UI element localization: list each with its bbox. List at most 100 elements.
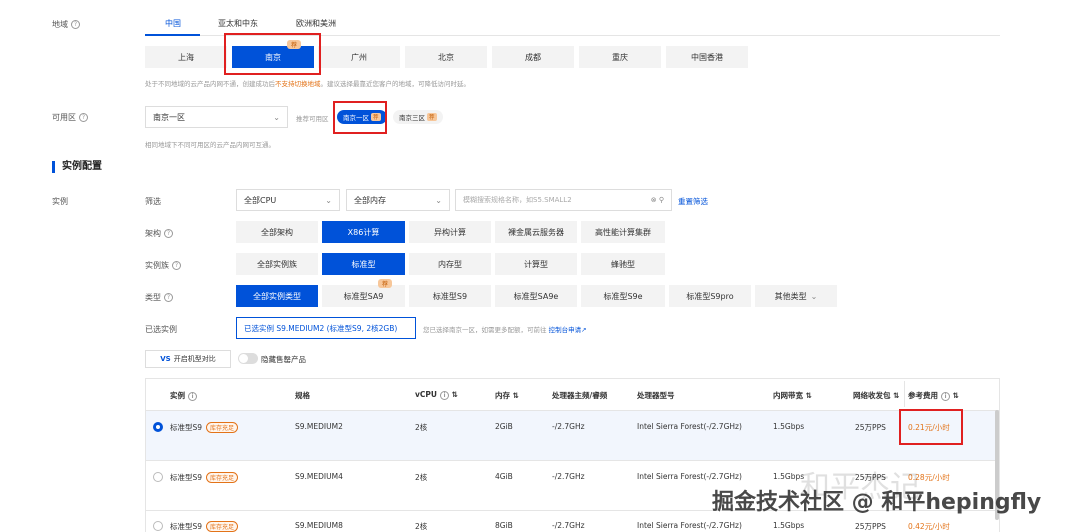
cell-frequency: -/2.7GHz	[552, 422, 585, 431]
type-sa9e[interactable]: 标准型SA9e	[495, 285, 577, 307]
zone-hint: 相同地域下不同可用区的云产品内网可互通。	[145, 141, 275, 149]
cell-bandwidth: 1.5Gbps	[773, 521, 805, 530]
cell-spec: S9.MEDIUM4	[295, 472, 343, 481]
type-s9[interactable]: 标准型S9	[409, 285, 491, 307]
cell-memory: 4GiB	[495, 472, 513, 481]
watermark-text: 掘金技术社区 @ 和平hepingfly	[712, 490, 1042, 515]
arch-heterogeneous[interactable]: 异构计算	[409, 221, 491, 243]
hide-soldout-label: 隐藏售罄产品	[261, 355, 306, 364]
type-s9pro[interactable]: 标准型S9pro	[669, 285, 751, 307]
zone-recommend-label: 推荐可用区	[296, 115, 329, 123]
stock-tag: 库存充足	[206, 472, 239, 483]
city-chongqing[interactable]: 重庆	[579, 46, 661, 68]
highlight-box-zone	[333, 101, 387, 134]
type-recommend-badge: 荐	[378, 279, 393, 288]
stock-tag: 库存充足	[206, 521, 239, 532]
th-memory: 内存 ⇅	[495, 391, 519, 400]
cell-spec: S9.MEDIUM2	[295, 422, 343, 431]
highlight-box-price	[899, 409, 963, 445]
tab-apac[interactable]: 亚太和中东	[218, 18, 258, 29]
family-standard[interactable]: 标准型	[322, 253, 405, 275]
arch-bare-metal[interactable]: 裸金属云服务器	[495, 221, 577, 243]
help-icon[interactable]: ?	[79, 113, 88, 122]
selected-instance-box: 已选实例 S9.MEDIUM2 (标准型S9, 2核2GB)	[236, 317, 416, 339]
cell-price: 0.42元/小时	[908, 522, 950, 531]
cell-bandwidth: 1.5Gbps	[773, 422, 805, 431]
th-vcpu: vCPU i ⇅	[415, 390, 458, 400]
family-memory[interactable]: 内存型	[409, 253, 491, 275]
chevron-down-icon: ⌄	[435, 195, 442, 205]
tab-europe-america[interactable]: 欧洲和美洲	[296, 18, 336, 29]
compare-button[interactable]: VS 开启机型对比	[145, 350, 231, 368]
help-icon[interactable]: ?	[71, 20, 80, 29]
th-instance: 实例 i	[170, 390, 197, 401]
cell-pps: 25万PPS	[855, 423, 886, 432]
help-icon[interactable]: ?	[164, 293, 173, 302]
cpu-select[interactable]: 全部CPU ⌄	[236, 189, 340, 211]
selected-instance-label: 已选实例	[145, 325, 177, 334]
cell-memory: 8GiB	[495, 521, 513, 530]
type-s9e[interactable]: 标准型S9e	[581, 285, 665, 307]
cell-vcpu: 2核	[415, 473, 428, 482]
family-fengchi[interactable]: 蜂驰型	[581, 253, 665, 275]
cell-instance: 标准型S9 库存充足	[170, 472, 239, 483]
help-icon[interactable]: ?	[172, 261, 181, 270]
family-compute[interactable]: 计算型	[495, 253, 577, 275]
th-price: 参考费用 i ⇅	[908, 391, 959, 401]
th-pps: 网络收发包 ⇅	[853, 391, 900, 400]
arch-hpc[interactable]: 高性能计算集群	[581, 221, 665, 243]
cell-frequency: -/2.7GHz	[552, 521, 585, 530]
help-icon[interactable]: i	[188, 391, 197, 401]
family-label: 实例族?	[145, 260, 181, 271]
city-beijing[interactable]: 北京	[405, 46, 487, 68]
spec-search-input[interactable]: 模糊搜索规格名称，如S5.SMALL2 ⊗ ⚲	[455, 189, 672, 211]
region-hint: 处于不同地域的云产品内网不通，创建成功后不支持切换地域。建议选择最靠近您客户的地…	[145, 80, 470, 88]
cell-cpu-model: Intel Sierra Forest(-/2.7GHz)	[637, 422, 742, 431]
tab-china[interactable]: 中国	[165, 18, 181, 29]
search-icon[interactable]: ⚲	[659, 196, 664, 204]
console-apply-link[interactable]: 控制台申请	[549, 326, 582, 334]
selected-hint: 您已选择南京一区，如需更多配额，可前往 控制台申请↗	[423, 326, 587, 334]
table-row[interactable]	[146, 410, 999, 460]
hide-soldout-toggle[interactable]	[238, 353, 258, 364]
reset-filter-link[interactable]: 重置筛选	[678, 196, 708, 207]
th-cpu-model: 处理器型号	[637, 391, 675, 400]
filter-label: 筛选	[145, 197, 161, 206]
city-hongkong[interactable]: 中国香港	[666, 46, 748, 68]
cell-instance: 标准型S9 库存充足	[170, 422, 239, 433]
city-shanghai[interactable]: 上海	[145, 46, 227, 68]
city-chengdu[interactable]: 成都	[492, 46, 574, 68]
cell-vcpu: 2核	[415, 522, 428, 531]
city-guangzhou[interactable]: 广州	[318, 46, 400, 68]
memory-select[interactable]: 全部内存 ⌄	[346, 189, 450, 211]
stock-tag: 库存充足	[206, 422, 239, 433]
row-radio[interactable]	[153, 472, 163, 482]
chevron-down-icon: ⌄	[273, 112, 280, 122]
type-sa9[interactable]: 标准型SA9	[322, 285, 405, 307]
row-radio[interactable]	[153, 422, 163, 432]
highlight-box-city	[224, 33, 321, 75]
cell-memory: 2GiB	[495, 422, 513, 431]
cell-cpu-model: Intel Sierra Forest(-/2.7GHz)	[637, 472, 742, 481]
arch-label: 架构?	[145, 228, 173, 239]
th-bandwidth: 内网带宽 ⇅	[773, 391, 812, 400]
help-icon[interactable]: i	[941, 391, 950, 401]
cell-vcpu: 2核	[415, 423, 428, 432]
cell-frequency: -/2.7GHz	[552, 472, 585, 481]
family-all[interactable]: 全部实例族	[236, 253, 318, 275]
column-divider	[904, 381, 905, 407]
th-frequency: 处理器主频/睿频	[552, 391, 608, 400]
zone-pill-nanjing-3[interactable]: 南京三区荐	[393, 110, 443, 124]
arch-x86[interactable]: X86计算	[322, 221, 405, 243]
row-radio[interactable]	[153, 521, 163, 531]
chevron-down-icon: ⌄	[810, 291, 818, 301]
type-all[interactable]: 全部实例类型	[236, 285, 318, 307]
zone-select[interactable]: 南京一区 ⌄	[145, 106, 288, 128]
type-other[interactable]: 其他类型 ⌄	[755, 285, 837, 307]
cell-cpu-model: Intel Sierra Forest(-/2.7GHz)	[637, 521, 742, 530]
help-icon[interactable]: ?	[164, 229, 173, 238]
zone-label: 可用区?	[52, 112, 88, 123]
clear-icon[interactable]: ⊗ ⚲	[651, 196, 664, 204]
help-icon[interactable]: i	[439, 390, 449, 400]
arch-all[interactable]: 全部架构	[236, 221, 318, 243]
